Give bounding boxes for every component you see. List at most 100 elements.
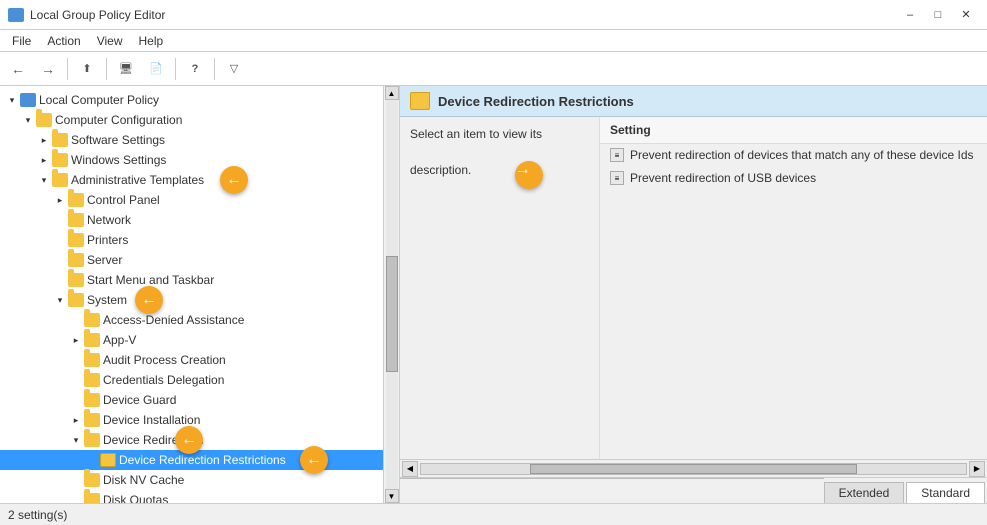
tree-item-audit-process[interactable]: Audit Process Creation: [0, 350, 399, 370]
expand-device-redirect[interactable]: [68, 432, 84, 448]
tree-item-credentials[interactable]: Credentials Delegation: [0, 370, 399, 390]
access-denied-icon: [84, 313, 100, 327]
title-bar: Local Group Policy Editor – □ ✕: [0, 0, 987, 30]
expand-software-settings[interactable]: [36, 132, 52, 148]
audit-process-icon: [84, 353, 100, 367]
tree-item-device-redirect-restrict[interactable]: Device Redirection Restrictions ←: [0, 450, 399, 470]
tree-item-server[interactable]: Server: [0, 250, 399, 270]
expand-computer-config[interactable]: [20, 112, 36, 128]
toolbar: ← → ⬆ 🖥 📄 ? ▽: [0, 52, 987, 86]
minimize-button[interactable]: –: [897, 5, 923, 25]
settings-header-col: Setting: [610, 123, 651, 137]
right-body: Select an item to view its description. …: [400, 117, 987, 459]
tree-item-control-panel[interactable]: Control Panel: [0, 190, 399, 210]
menu-bar: File Action View Help: [0, 30, 987, 52]
tree-item-software-settings[interactable]: Software Settings: [0, 130, 399, 150]
credentials-label: Credentials Delegation: [103, 373, 224, 387]
scroll-up-arrow[interactable]: ▲: [385, 86, 399, 100]
scroll-down-arrow[interactable]: ▼: [385, 489, 399, 503]
tab-standard[interactable]: Standard: [906, 482, 985, 503]
scroll-thumb[interactable]: [386, 256, 398, 373]
right-scrollbar[interactable]: ◀ ▶: [400, 459, 987, 477]
tree-scrollbar[interactable]: ▲ ▼: [383, 86, 399, 503]
up-button[interactable]: ⬆: [73, 55, 101, 83]
device-redirect-restrict-icon: [100, 453, 116, 467]
expand-system[interactable]: [52, 292, 68, 308]
help-button[interactable]: ?: [181, 55, 209, 83]
tree-item-access-denied[interactable]: Access-Denied Assistance: [0, 310, 399, 330]
app-icon: [8, 8, 24, 22]
software-settings-icon: [52, 133, 68, 147]
admin-templates-icon: [52, 173, 68, 187]
tree-item-system[interactable]: System ←: [0, 290, 399, 310]
forward-button[interactable]: →: [34, 55, 62, 83]
window-title: Local Group Policy Editor: [30, 8, 897, 22]
disk-quotas-label: Disk Quotas: [103, 493, 168, 503]
network-icon: [68, 213, 84, 227]
tree-item-disk-nv-cache[interactable]: Disk NV Cache: [0, 470, 399, 490]
expand-control-panel[interactable]: [52, 192, 68, 208]
expand-start-menu: [52, 272, 68, 288]
right-panel: Device Redirection Restrictions Select a…: [400, 86, 987, 503]
tree-item-windows-settings[interactable]: Windows Settings: [0, 150, 399, 170]
tree-item-start-menu[interactable]: Start Menu and Taskbar: [0, 270, 399, 290]
computer-config-icon: [36, 113, 52, 127]
back-button[interactable]: ←: [4, 55, 32, 83]
close-button[interactable]: ✕: [953, 5, 979, 25]
maximize-button[interactable]: □: [925, 5, 951, 25]
expand-device-install[interactable]: [68, 412, 84, 428]
h-scroll-track[interactable]: [420, 463, 967, 475]
tree-item-network[interactable]: Network: [0, 210, 399, 230]
tree-item-device-guard[interactable]: Device Guard: [0, 390, 399, 410]
expand-credentials: [68, 372, 84, 388]
scroll-left-arrow[interactable]: ◀: [402, 461, 418, 477]
tab-extended[interactable]: Extended: [824, 482, 905, 503]
properties-button[interactable]: 📄: [142, 55, 170, 83]
tree-item-device-install[interactable]: Device Installation: [0, 410, 399, 430]
printers-icon: [68, 233, 84, 247]
expand-network: [52, 212, 68, 228]
device-guard-icon: [84, 393, 100, 407]
bottom-tabs: Extended Standard: [400, 477, 987, 503]
menu-view[interactable]: View: [89, 32, 131, 50]
setting-row-2[interactable]: ≡ Prevent redirection of USB devices: [600, 167, 987, 190]
menu-action[interactable]: Action: [39, 32, 88, 50]
expand-local-computer[interactable]: [4, 92, 20, 108]
disk-nv-cache-label: Disk NV Cache: [103, 473, 184, 487]
expand-app-v[interactable]: [68, 332, 84, 348]
menu-help[interactable]: Help: [131, 32, 172, 50]
setting-icon-2: ≡: [610, 171, 624, 185]
filter-button[interactable]: ▽: [220, 55, 248, 83]
network-label: Network: [87, 213, 131, 227]
tree-item-disk-quotas[interactable]: Disk Quotas: [0, 490, 399, 503]
menu-file[interactable]: File: [4, 32, 39, 50]
expand-admin-templates[interactable]: [36, 172, 52, 188]
scroll-track[interactable]: [386, 100, 398, 489]
show-hide-button[interactable]: 🖥: [112, 55, 140, 83]
setting-row-1[interactable]: ≡ Prevent redirection of devices that ma…: [600, 144, 987, 167]
server-icon: [68, 253, 84, 267]
expand-access-denied: [68, 312, 84, 328]
server-label: Server: [87, 253, 122, 267]
tree-item-app-v[interactable]: App-V: [0, 330, 399, 350]
tree-content[interactable]: Local Computer Policy Computer Configura…: [0, 86, 399, 503]
tree-panel: Local Computer Policy Computer Configura…: [0, 86, 400, 503]
toolbar-separator-2: [106, 58, 107, 80]
device-guard-label: Device Guard: [103, 393, 176, 407]
computer-config-label: Computer Configuration: [55, 113, 182, 127]
main-area: Local Computer Policy Computer Configura…: [0, 86, 987, 503]
right-settings-area: Setting ≡ Prevent redirection of devices…: [600, 117, 987, 459]
disk-nv-cache-icon: [84, 473, 100, 487]
device-redirect-restrict-label: Device Redirection Restrictions: [119, 453, 286, 467]
h-scroll-thumb[interactable]: [530, 464, 857, 474]
tree-item-device-redirect[interactable]: Device Redirection ←: [0, 430, 399, 450]
app-v-label: App-V: [103, 333, 136, 347]
expand-windows-settings[interactable]: [36, 152, 52, 168]
tree-item-local-computer[interactable]: Local Computer Policy: [0, 90, 399, 110]
tree-item-admin-templates[interactable]: Administrative Templates ←: [0, 170, 399, 190]
tree-item-printers[interactable]: Printers: [0, 230, 399, 250]
windows-settings-label: Windows Settings: [71, 153, 166, 167]
scroll-right-arrow[interactable]: ▶: [969, 461, 985, 477]
tree-item-computer-config[interactable]: Computer Configuration: [0, 110, 399, 130]
setting-name-1: Prevent redirection of devices that matc…: [630, 148, 974, 162]
